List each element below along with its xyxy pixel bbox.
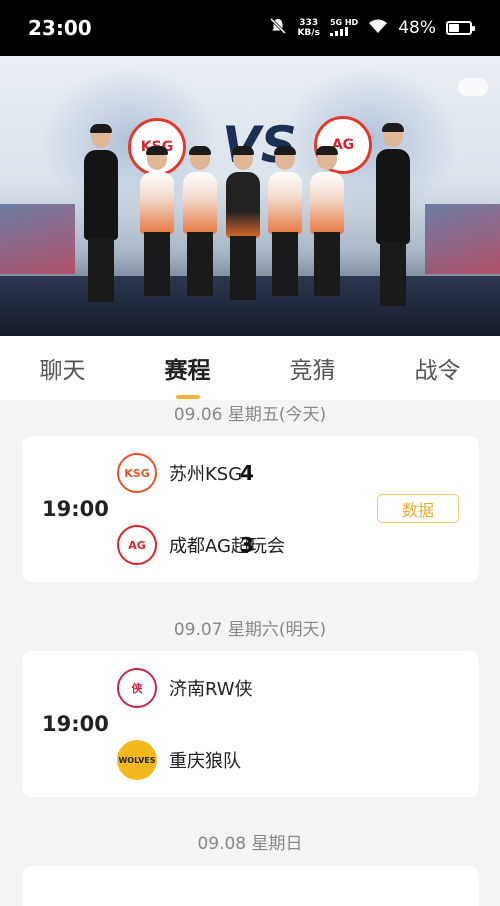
data-button[interactable]: 数据: [377, 494, 459, 523]
tab-schedule[interactable]: 赛程: [161, 343, 215, 399]
team-score: 4: [240, 461, 254, 485]
rw-logo-icon: 侠: [117, 668, 157, 708]
tab-chat-label: 聊天: [39, 358, 86, 384]
signal-bars-icon: [329, 27, 348, 36]
match-card[interactable]: 19:00 侠 济南RW侠 WOLVES 重庆狼队: [22, 651, 479, 797]
tab-battle-pass-label: 战令: [414, 358, 461, 384]
battery-icon: [446, 21, 475, 35]
stage-desk-left: [0, 204, 75, 274]
tab-bar: 聊天 赛程 竞猜 战令: [0, 336, 500, 400]
team-name: 济南RW侠: [169, 679, 253, 700]
wifi-icon: [368, 18, 388, 39]
ag-logo-icon: AG: [117, 525, 157, 565]
player-figure: [226, 146, 260, 300]
team-name: 苏州KSG: [169, 464, 243, 485]
mute-bell-icon: [269, 17, 287, 40]
team-row: 侠 济南RW侠: [117, 668, 357, 708]
tab-battle-pass[interactable]: 战令: [411, 343, 465, 393]
host-figure: [84, 124, 118, 302]
cloud-icon[interactable]: [458, 78, 488, 96]
match-card[interactable]: [22, 866, 479, 906]
network-speed: 333 KB/s: [297, 18, 319, 38]
date-header: 09.07 星期六(明天): [173, 620, 327, 640]
player-figure: [183, 146, 217, 296]
match-time: 19:00: [42, 497, 109, 521]
player-figure: [310, 146, 344, 296]
tab-guess[interactable]: 竞猜: [286, 343, 340, 393]
status-bar: 23:00 333 KB/s 5G HD 48%: [0, 0, 500, 56]
team-row: WOLVES 重庆狼队: [117, 740, 357, 780]
match-card[interactable]: 19:00 KSG 苏州KSG 4 AG 成都AG超玩会 3 数据: [22, 436, 479, 582]
date-header: 09.06 星期五(今天): [173, 405, 327, 425]
team-name: 成都AG超玩会: [169, 536, 285, 557]
stage-desk-right: [425, 204, 500, 274]
date-header: 09.08 星期日: [197, 834, 303, 854]
wolves-logo-icon: WOLVES: [117, 740, 157, 780]
host-figure: [376, 123, 410, 306]
cellular-signal: 5G HD: [329, 18, 359, 38]
battery-text: 48%: [398, 18, 436, 38]
match-time: 19:00: [42, 712, 109, 736]
ksg-logo-icon: KSG: [117, 453, 157, 493]
team-row: AG 成都AG超玩会: [117, 525, 357, 565]
team-name: 重庆狼队: [169, 751, 241, 772]
tab-schedule-label: 赛程: [164, 358, 211, 384]
team-score: 3: [240, 533, 254, 557]
player-figure: [140, 146, 174, 296]
tab-guess-label: 竞猜: [289, 358, 336, 384]
active-tab-indicator: [175, 395, 200, 399]
status-indicators: 333 KB/s 5G HD 48%: [269, 17, 475, 40]
team-row: KSG 苏州KSG: [117, 453, 357, 493]
tab-chat[interactable]: 聊天: [36, 343, 90, 393]
live-video-player[interactable]: KSG VS AG: [0, 56, 500, 336]
network-type: 5G HD: [329, 18, 359, 27]
network-speed-value: 333: [299, 18, 319, 28]
player-figure: [268, 146, 302, 296]
status-time: 23:00: [28, 16, 92, 40]
network-speed-unit: KB/s: [297, 28, 320, 38]
